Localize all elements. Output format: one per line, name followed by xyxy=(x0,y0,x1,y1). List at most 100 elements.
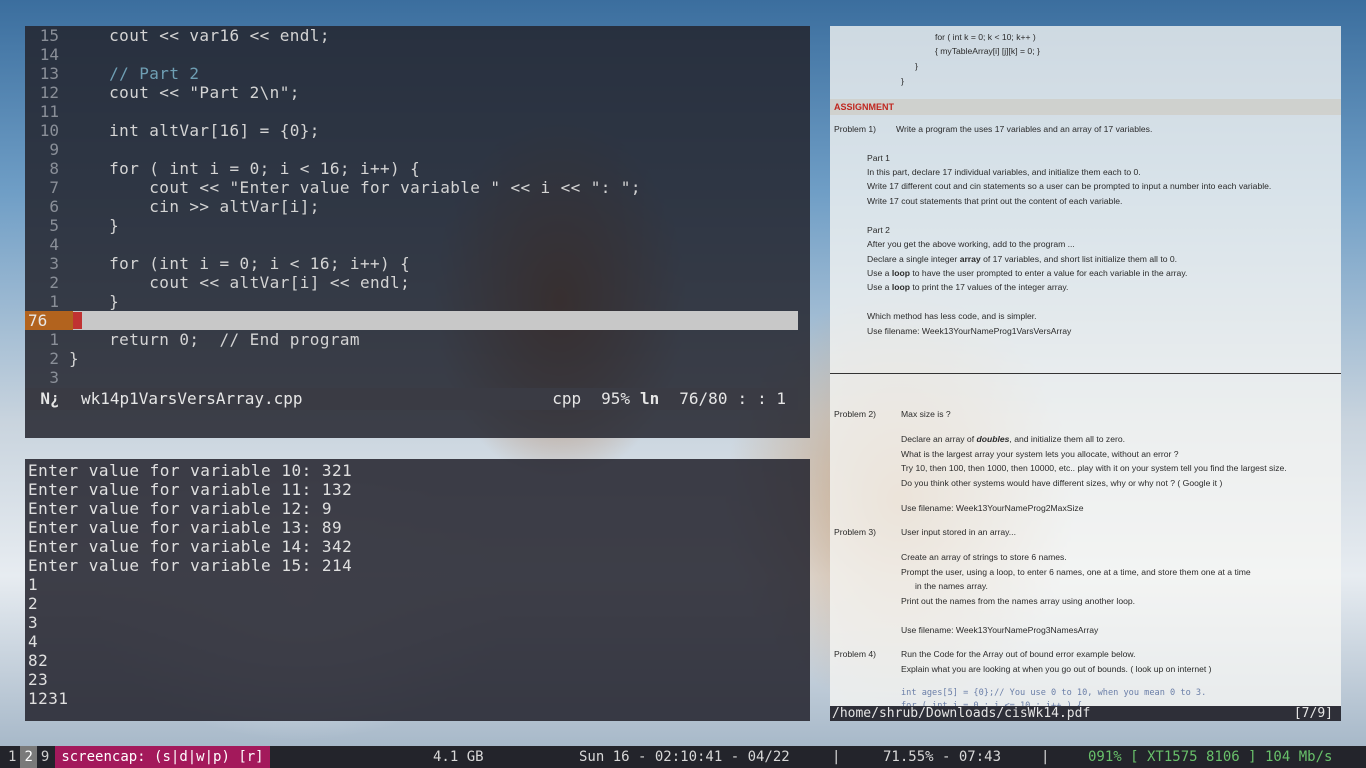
terminal[interactable]: Enter value for variable 10: 321 Enter va… xyxy=(25,459,810,721)
line-text: cout << "Part 2\n"; xyxy=(69,83,300,102)
vim-scroll-percent: 95% xyxy=(601,389,631,408)
code-line[interactable]: 13 // Part 2 xyxy=(25,64,810,83)
problem-2-text: Max size is ? xyxy=(901,409,951,419)
line-number: 13 xyxy=(39,64,59,83)
pdf-viewer[interactable]: for ( int k = 0; k < 10; k++ ) { myTable… xyxy=(830,26,1341,720)
line-number: 14 xyxy=(39,45,59,64)
line-number: 7 xyxy=(49,178,59,197)
terminal-line: Enter value for variable 15: 214 xyxy=(28,556,353,575)
code-line[interactable]: 9 xyxy=(25,140,810,159)
line-number: 6 xyxy=(49,197,59,216)
code-line[interactable]: 7 cout << "Enter value for variable " <<… xyxy=(25,178,810,197)
pdf-code-line: } xyxy=(915,61,918,71)
problem-4-label: Problem 4) xyxy=(834,649,877,659)
workspace-9[interactable]: 9 xyxy=(37,746,53,768)
pdf-code-line: } xyxy=(901,76,904,86)
pdf-code-line: { myTableArray[i] [j][k] = 0; } xyxy=(935,46,1040,56)
pdf-page-divider xyxy=(830,373,1341,374)
line-number: 3 xyxy=(49,368,59,387)
code-area[interactable]: 15 cout << var16 << endl; 14 13 // Part 21… xyxy=(25,26,810,387)
line-number: 10 xyxy=(39,121,59,140)
line-number: 2 xyxy=(49,273,59,292)
part2-line: Which method has less code, and is simpl… xyxy=(867,311,1037,321)
code-line[interactable]: 4 xyxy=(25,235,810,254)
line-text: } xyxy=(69,292,120,311)
terminal-line: Enter value for variable 11: 132 xyxy=(28,480,353,499)
part1-title: Part 1 xyxy=(867,153,890,163)
terminal-line: 4 xyxy=(28,632,39,651)
terminal-line: Enter value for variable 13: 89 xyxy=(28,518,343,537)
problem-2-line: What is the largest array your system le… xyxy=(901,449,1179,459)
line-text: cin >> altVar[i]; xyxy=(69,197,320,216)
code-line[interactable]: 15 cout << var16 << endl; xyxy=(25,26,810,45)
part1-line: In this part, declare 17 individual vari… xyxy=(867,167,1141,177)
code-line[interactable]: 3 for (int i = 0; i < 16; i++) { xyxy=(25,254,810,273)
line-text: return 0; // End program xyxy=(69,330,360,349)
code-line[interactable]: 1 return 0; // End program xyxy=(25,330,810,349)
code-line[interactable]: 5 } xyxy=(25,216,810,235)
clock: Sun 16 - 02:10:41 - 04/22 xyxy=(579,749,790,765)
line-text: for (int i = 0; i < 16; i++) { xyxy=(69,254,411,273)
pdf-section-header: ASSIGNMENT xyxy=(830,99,1341,115)
line-text: } xyxy=(69,349,80,368)
problem-4-code: int ages[5] = {0};// You use 0 to 10, wh… xyxy=(901,688,1207,698)
line-number: 3 xyxy=(49,254,59,273)
terminal-line: 1231 xyxy=(28,689,69,708)
vim-filetype: cpp xyxy=(552,389,582,408)
code-line[interactable]: 1 } xyxy=(25,292,810,311)
problem-3-line: Print out the names from the names array… xyxy=(901,596,1136,606)
problem-3-text: User input stored in an array... xyxy=(901,527,1016,537)
vim-col-sep: : xyxy=(737,389,748,408)
pdf-file-path: /home/shrub/Downloads/cisWk14.pdf xyxy=(832,706,1091,721)
line-number: 15 xyxy=(39,26,59,45)
problem-3-line: in the names array. xyxy=(915,581,988,591)
line-text: cout << var16 << endl; xyxy=(69,26,330,45)
network-status: 091% [ XT1575 8106 ] 104 Mb/s xyxy=(1088,749,1333,765)
mode-indicator: screencap: (s|d|w|p) [r] xyxy=(55,746,270,768)
line-text: } xyxy=(69,216,120,235)
line-number: 4 xyxy=(49,235,59,254)
vim-mode-indicator: N¿ xyxy=(40,389,60,408)
terminal-line: 23 xyxy=(28,670,49,689)
code-line[interactable]: 11 xyxy=(25,102,810,121)
code-line[interactable]: 10 int altVar[16] = {0}; xyxy=(25,121,810,140)
problem-4-text: Run the Code for the Array out of bound … xyxy=(901,649,1136,659)
pdf-page-indicator: [7/9] xyxy=(1293,706,1333,721)
code-line[interactable]: 8 for ( int i = 0; i < 16; i++) { xyxy=(25,159,810,178)
vim-column: : 1 xyxy=(757,389,786,408)
part1-line: Write 17 cout statements that print out … xyxy=(867,196,1123,206)
vim-status-line: N¿ wk14p1VarsVersArray.cpp cpp 95% ln 76… xyxy=(25,388,798,410)
line-text: // Part 2 xyxy=(69,64,200,83)
vim-editor[interactable]: 15 cout << var16 << endl; 14 13 // Part 21… xyxy=(25,26,810,438)
code-line[interactable]: 2 cout << altVar[i] << endl; xyxy=(25,273,810,292)
vim-line-label: ln xyxy=(640,389,660,408)
code-line[interactable]: 14 xyxy=(25,45,810,64)
part2-line: Use a loop to print the 17 values of the… xyxy=(867,282,1069,292)
problem-2-filename: Use filename: Week13YourNameProg2MaxSize xyxy=(901,503,1084,513)
workspace-2[interactable]: 2 xyxy=(20,746,37,768)
cursor xyxy=(73,312,82,329)
problem-3-filename: Use filename: Week13YourNameProg3NamesAr… xyxy=(901,625,1099,635)
problem-1-label: Problem 1) xyxy=(834,124,877,134)
code-line[interactable]: 6 cin >> altVar[i]; xyxy=(25,197,810,216)
separator: | xyxy=(832,749,841,765)
line-number: 2 xyxy=(49,349,59,368)
line-number: 5 xyxy=(49,216,59,235)
line-number: 9 xyxy=(49,140,59,159)
code-line-current[interactable]: 76 xyxy=(25,311,798,330)
part2-title: Part 2 xyxy=(867,225,890,235)
line-number: 11 xyxy=(39,102,59,121)
terminal-line: 82 xyxy=(28,651,49,670)
terminal-line: 3 xyxy=(28,613,39,632)
part2-line: Declare a single integer array of 17 var… xyxy=(867,254,1178,264)
problem-3-line: Prompt the user, using a loop, to enter … xyxy=(901,567,1251,577)
line-text: cout << "Enter value for variable " << i… xyxy=(69,178,641,197)
problem-3-line: Create an array of strings to store 6 na… xyxy=(901,552,1067,562)
code-line[interactable]: 2} xyxy=(25,349,810,368)
code-line[interactable]: 3 xyxy=(25,368,810,387)
terminal-line: 2 xyxy=(28,594,39,613)
workspace-1[interactable]: 1 xyxy=(4,746,20,768)
line-text xyxy=(59,368,69,387)
code-line[interactable]: 12 cout << "Part 2\n"; xyxy=(25,83,810,102)
memory-usage: 4.1 GB xyxy=(433,749,484,765)
